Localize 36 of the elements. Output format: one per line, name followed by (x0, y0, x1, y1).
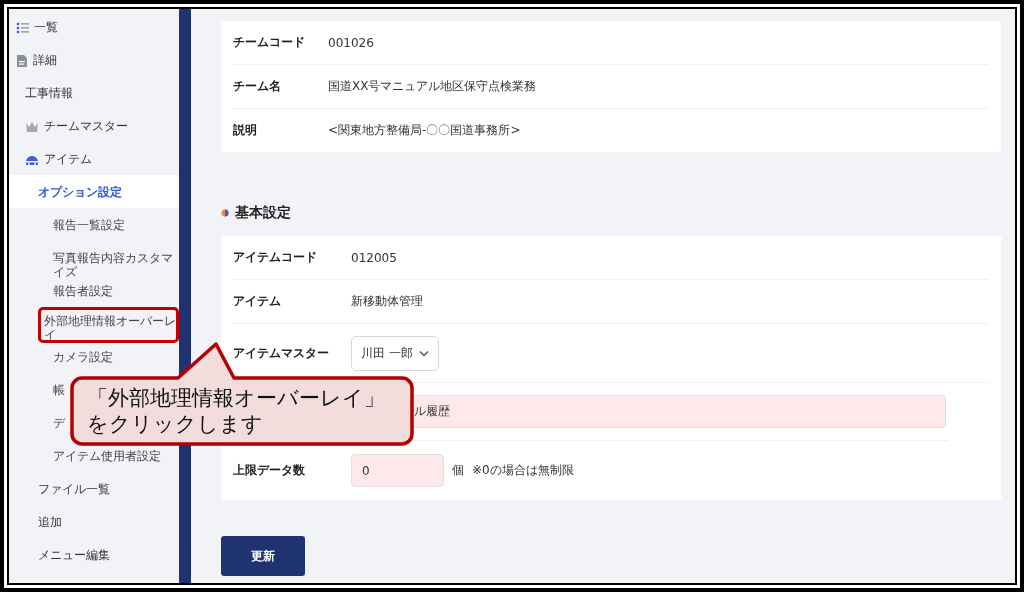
field-value: 012005 (351, 250, 397, 265)
sidebar-item[interactable]: オプション設定 (9, 175, 179, 208)
sidebar-item[interactable]: 工事情報 (9, 76, 179, 109)
crown-icon (25, 120, 39, 133)
field-label: アイテム (233, 293, 282, 310)
field-label: アイテムコード (233, 249, 318, 266)
sidebar-item[interactable]: アイテム (9, 142, 179, 175)
field-value: 001026 (328, 35, 374, 50)
select-dropdown[interactable]: 川田 一郎 (351, 335, 439, 371)
sidebar-item[interactable]: 報告一覧設定 (9, 208, 179, 241)
sidebar-item[interactable]: カメラ設定 (9, 340, 179, 373)
field-label: 上限データ数 (233, 462, 306, 479)
input-field[interactable]: 0 (351, 454, 444, 487)
sidebar-item[interactable]: 追加 (9, 505, 179, 538)
update-button[interactable]: 更新 (221, 536, 305, 576)
sidebar-item[interactable]: チームマスター (9, 109, 179, 142)
unit-text: 個 (452, 462, 464, 479)
field-value: <関東地方整備局-〇〇国道事務所> (328, 122, 521, 139)
field-label: アイテムマスター (233, 344, 330, 362)
sidebar-item[interactable]: ファイル一覧 (9, 472, 179, 505)
document-icon (16, 54, 28, 68)
list-icon (16, 21, 29, 35)
sidebar-item[interactable]: 詳細 (9, 43, 179, 76)
field-value: 新移動体管理 (351, 293, 423, 310)
sidebar-item[interactable]: メニュー編集 (9, 538, 179, 571)
chevron-down-icon (418, 349, 429, 357)
sidebar-item[interactable]: 外部地理情報オーバーレイ (38, 307, 179, 343)
dot-icon (221, 209, 229, 217)
field-label: チームコード (233, 34, 306, 51)
field-value: 国道XX号マニュアル地区保守点検業務 (328, 78, 537, 95)
cap-icon (25, 153, 39, 166)
field-label: 説明 (233, 122, 258, 139)
sidebar-item[interactable]: 一覧 (9, 10, 179, 43)
note-text: ※0の場合は無制限 (472, 462, 574, 479)
section-title: 基本設定 (235, 204, 291, 222)
field-label: チーム名 (233, 78, 282, 95)
